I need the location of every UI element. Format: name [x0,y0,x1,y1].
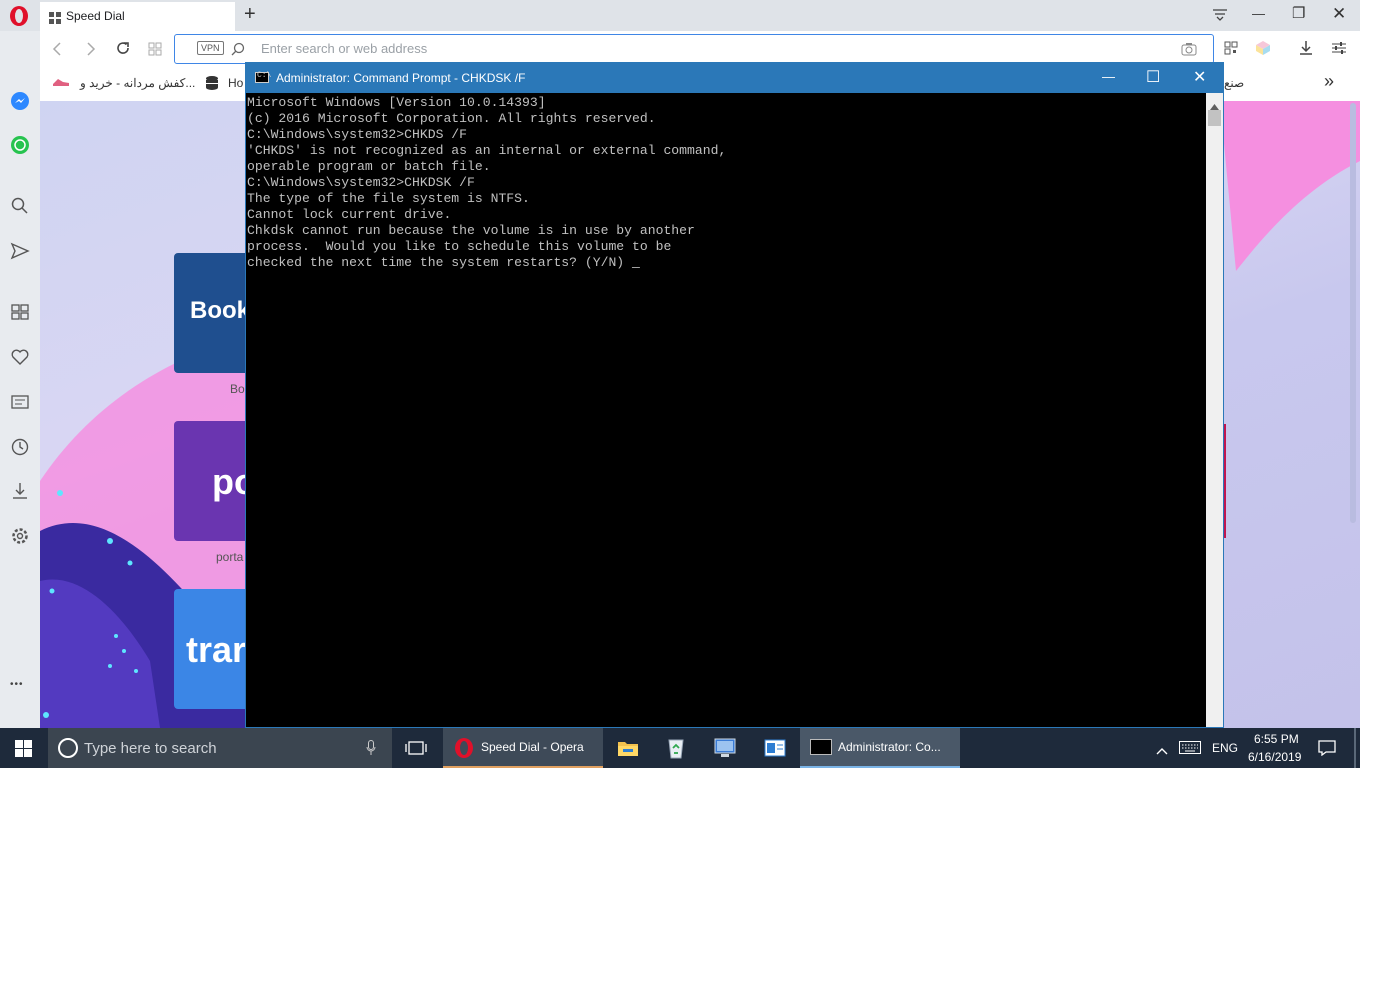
bookmark-item[interactable]: Ho [228,76,243,90]
vpn-badge[interactable]: VPN [197,41,224,55]
search-icon [231,42,245,61]
cmd-maximize-button[interactable]: ☐ [1146,67,1160,87]
bookmark-item-right[interactable]: صنع [1224,76,1244,90]
windows-taskbar: Type here to search Speed Dial - Opera A… [0,728,1360,768]
cmd-scrollbar[interactable] [1206,93,1223,727]
cmd-app-icon: C:\ [255,71,271,83]
tab-speed-dial[interactable]: Speed Dial [40,2,235,31]
tab-bar: Speed Dial + — ❐ ✕ [0,0,1360,31]
taskbar-app-label: Speed Dial - Opera [481,740,584,754]
show-desktop-divider[interactable] [1354,728,1356,768]
speed-dial-grid-icon [49,11,61,24]
cmd-title-bar[interactable]: C:\ Administrator: Command Prompt - CHKD… [246,63,1223,93]
tile-caption: porta [216,550,244,564]
send-icon[interactable] [10,241,30,266]
opera-sidebar: ••• [0,31,40,728]
database-bookmark-icon [204,75,220,96]
show-hidden-icons-chevron-icon[interactable] [1156,742,1168,760]
language-indicator[interactable]: ENG [1212,741,1238,755]
back-icon[interactable] [52,41,62,62]
console-line: checked the next time the system restart… [247,255,633,270]
tab-overview-icon[interactable] [148,42,162,61]
console-line: Chkdsk cannot run because the volume is … [247,223,695,238]
news-icon[interactable] [10,392,30,417]
forward-icon[interactable] [86,41,96,62]
page-scrollbar[interactable] [1350,103,1356,523]
heart-icon[interactable] [10,347,30,372]
start-windows-icon[interactable] [15,740,32,762]
microphone-icon[interactable] [366,740,376,761]
speed-dial-tile[interactable]: trar [174,589,254,709]
qr-code-icon[interactable] [1224,41,1238,60]
console-prompt-line: checked the next time the system restart… [247,255,1206,271]
messenger-icon[interactable] [10,91,30,116]
command-prompt-window[interactable]: C:\ Administrator: Command Prompt - CHKD… [245,62,1224,728]
address-bar[interactable]: VPN Enter search or web address [174,34,1214,64]
reload-icon[interactable] [115,40,131,61]
address-input[interactable]: Enter search or web address [261,41,427,56]
downloads-icon[interactable] [10,481,30,506]
console-line: 'CHKDS' is not recognized as an internal… [247,143,727,158]
scrollbar-thumb[interactable] [1208,110,1221,126]
easy-setup-icon[interactable] [1331,40,1347,61]
sidebar-more-button[interactable]: ••• [10,679,24,690]
speed-dial-tile[interactable]: po [174,421,254,541]
control-panel-icon[interactable] [764,739,786,762]
taskbar-search-box[interactable]: Type here to search [48,728,392,768]
search-icon[interactable] [10,196,30,221]
clock-time[interactable]: 6:55 PM [1254,732,1299,746]
console-line: Cannot lock current drive. [247,207,452,222]
keyboard-icon[interactable] [1179,741,1201,759]
tile-text: Book [190,297,250,324]
cmd-title: Administrator: Command Prompt - CHKDSK /… [276,71,526,85]
taskbar-app-opera[interactable]: Speed Dial - Opera [443,728,603,768]
snapshot-camera-icon[interactable] [1181,42,1197,61]
taskbar-app-cmd[interactable]: Administrator: Co... [800,728,960,768]
taskbar-app-label: Administrator: Co... [838,740,941,754]
tab-title: Speed Dial [66,9,125,23]
more-bookmarks-button[interactable]: » [1324,71,1334,92]
console-line: C:\Windows\system32>CHKDS /F [247,127,468,142]
shoe-bookmark-icon [52,75,70,93]
downloads-icon[interactable] [1298,40,1314,61]
opera-logo-icon[interactable] [8,5,30,27]
cortana-circle-icon [58,738,78,758]
settings-gear-icon[interactable] [10,526,30,551]
console-output[interactable]: Microsoft Windows [Version 10.0.14393] (c… [246,93,1206,729]
opera-logo-icon [453,737,475,764]
clock-date[interactable]: 6/16/2019 [1248,750,1301,764]
tile-text: trar [186,629,247,670]
speed-dial-tile[interactable]: Book [174,253,254,373]
tile-caption: Bo [230,382,245,396]
cmd-app-icon [810,739,832,755]
task-view-icon[interactable] [405,740,427,761]
file-explorer-icon[interactable] [617,739,639,762]
whatsapp-icon[interactable] [10,135,30,160]
console-line: C:\Windows\system32>CHKDSK /F [247,175,475,190]
bookmark-item[interactable]: كفش مردانه - خرید و... [80,76,195,90]
history-clock-icon[interactable] [10,437,30,462]
window-minimize-button[interactable]: — [1252,6,1265,21]
cmd-close-button[interactable]: ✕ [1193,67,1206,87]
taskbar-search-input[interactable]: Type here to search [84,740,217,757]
console-line: The type of the file system is NTFS. [247,191,530,206]
action-center-icon[interactable] [1318,740,1336,761]
new-tab-button[interactable]: + [244,3,256,26]
speed-dial-icon[interactable] [10,302,30,327]
recycle-bin-icon[interactable] [666,736,686,765]
remote-desktop-icon[interactable] [713,737,737,764]
window-maximize-button[interactable]: ❐ [1292,4,1305,22]
text-cursor: _ [632,255,640,270]
window-close-button[interactable]: ✕ [1332,4,1346,24]
console-line: process. Would you like to schedule this… [247,239,672,254]
cmd-minimize-button[interactable]: — [1102,69,1115,84]
console-line: (c) 2016 Microsoft Corporation. All righ… [247,111,656,126]
console-line: operable program or batch file. [247,159,491,174]
console-line: Microsoft Windows [Version 10.0.14393] [247,95,546,110]
tab-menu-icon[interactable] [1212,8,1228,22]
extension-cube-icon[interactable] [1255,40,1271,61]
